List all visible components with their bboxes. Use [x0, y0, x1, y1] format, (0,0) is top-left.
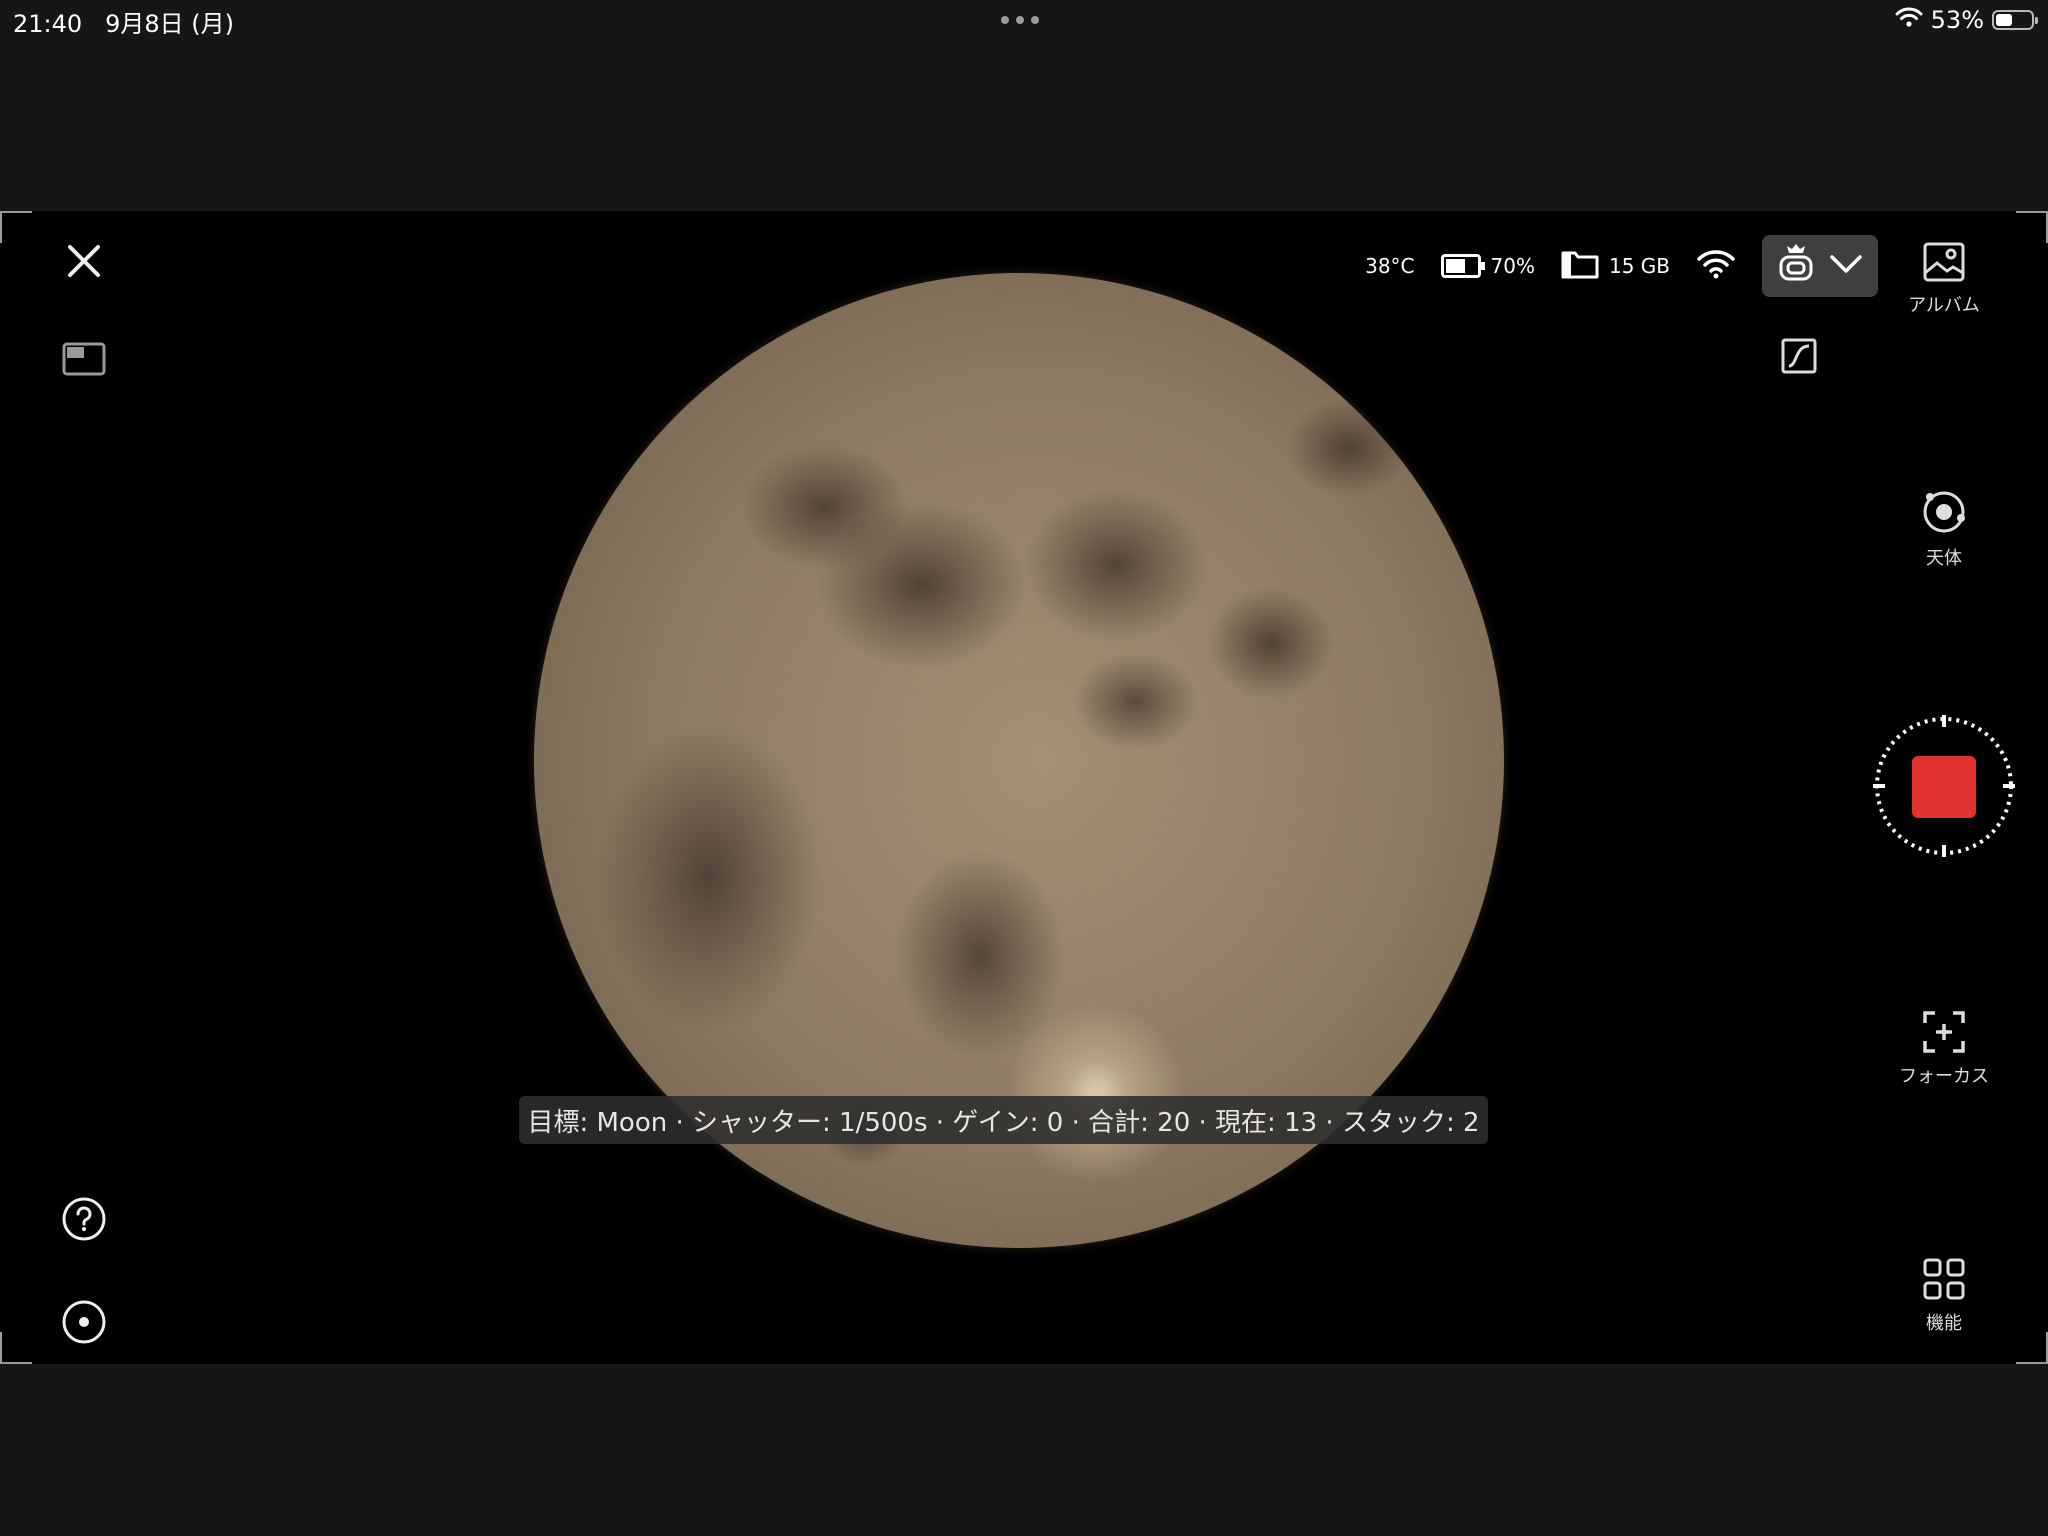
- wifi-group: [1696, 248, 1736, 285]
- celestial-label: 天体: [1926, 548, 1962, 569]
- battery-percent: 53%: [1930, 6, 1984, 34]
- folder-icon: [1561, 249, 1599, 284]
- battery-icon: [1440, 254, 1485, 278]
- functions-label: 機能: [1926, 1313, 1962, 1334]
- focus-icon: [1923, 1011, 1965, 1053]
- grid-icon: [1923, 1258, 1965, 1300]
- celestial-icon: [1923, 491, 1965, 533]
- wifi-icon: [1895, 6, 1923, 34]
- temperature-group: 38°C: [1365, 254, 1414, 278]
- album-icon: [1923, 242, 1965, 282]
- storage-group: 15 GB: [1561, 249, 1670, 284]
- album-label: アルバム: [1908, 295, 1980, 316]
- storage-value: 15 GB: [1608, 254, 1670, 278]
- device-battery-value: 70%: [1490, 254, 1535, 278]
- status-right: 53%: [1895, 6, 2038, 34]
- frame-corner: [2016, 211, 2048, 243]
- chevron-down-icon: [1829, 253, 1863, 280]
- capture-info-bar: 目標: Moon · シャッター: 1/500s · ゲイン: 0 · 合計: …: [519, 1096, 1488, 1144]
- frame-corner: [2016, 1332, 2048, 1364]
- capture-info-text: 目標: Moon · シャッター: 1/500s · ゲイン: 0 · 合計: …: [527, 1107, 1480, 1138]
- target-icon[interactable]: [58, 1296, 110, 1348]
- frame-corner: [0, 211, 32, 243]
- telescope-device-icon: [1777, 243, 1815, 290]
- focus-label: フォーカス: [1899, 1066, 1989, 1087]
- device-selector-button[interactable]: [1762, 235, 1878, 297]
- record-stop-button[interactable]: [1912, 756, 1976, 818]
- picture-in-picture-icon[interactable]: [60, 339, 108, 379]
- camera-viewer[interactable]: 38°C 70% 15 GB アルバム 天体 フォーカス 機能: [0, 211, 2048, 1364]
- temperature-value: 38°C: [1365, 254, 1415, 278]
- frame-corner: [0, 1332, 32, 1364]
- album-button[interactable]: アルバム: [1874, 241, 2014, 317]
- status-time-date: 21:40 9月8日 (月): [13, 10, 234, 38]
- functions-button[interactable]: 機能: [1874, 1257, 2014, 1335]
- battery-icon: [1992, 10, 2038, 30]
- status-bar: 21:40 9月8日 (月) 53%: [0, 0, 2048, 42]
- help-icon[interactable]: [58, 1193, 110, 1245]
- device-status-hud: 38°C 70% 15 GB: [1339, 235, 1878, 297]
- focus-button[interactable]: フォーカス: [1874, 1010, 2014, 1088]
- more-dots-icon[interactable]: [1001, 16, 1039, 24]
- wifi-icon: [1696, 248, 1736, 285]
- device-battery-group: 70%: [1440, 254, 1535, 278]
- close-icon[interactable]: [60, 237, 108, 285]
- curve-icon[interactable]: [1780, 337, 1818, 375]
- celestial-button[interactable]: 天体: [1874, 488, 2014, 570]
